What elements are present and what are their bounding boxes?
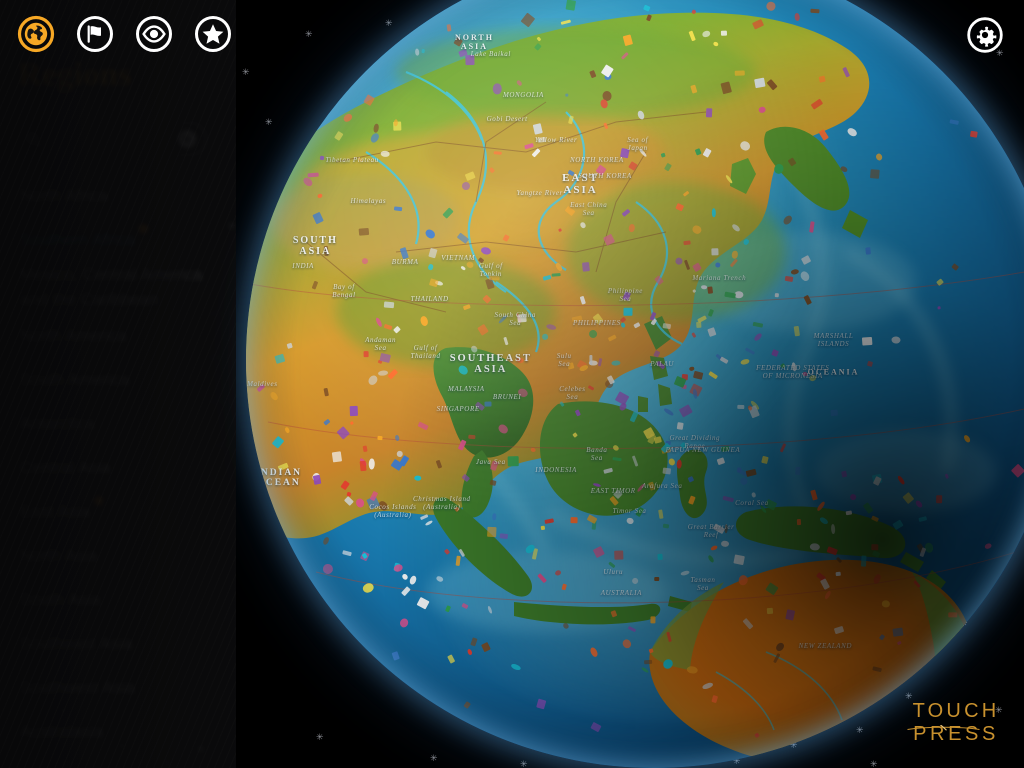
star-icon: ✳ <box>1007 375 1015 385</box>
star-icon: ✳ <box>385 18 393 28</box>
star-icon: ✳ <box>952 116 960 126</box>
star-icon: ✳ <box>790 740 798 750</box>
touchpress-logo: TOUCH PRESS <box>906 700 1006 754</box>
sidebar-texture <box>0 0 236 768</box>
star-icon: ✳ <box>520 759 528 768</box>
star-icon: ✳ <box>610 755 618 765</box>
star-icon: ✳ <box>870 759 878 768</box>
gear-icon <box>967 17 1003 53</box>
star-icon: ✳ <box>316 732 324 742</box>
flag-icon[interactable] <box>76 15 114 53</box>
eye-icon[interactable] <box>135 15 173 53</box>
settings-button[interactable] <box>966 16 1004 54</box>
app-root: ✳✳✳✳✳✳✳✳✳✳✳✳✳✳✳✳✳✳✳✳✳✳✳✳✳✳✳✳ <box>0 0 1024 768</box>
star-icon: ✳ <box>265 117 273 127</box>
sidebar <box>0 0 236 768</box>
star-icon: ✳ <box>890 54 898 64</box>
star-icon: ✳ <box>430 753 438 763</box>
star-icon: ✳ <box>1010 539 1018 549</box>
star-icon: ✳ <box>733 756 741 766</box>
toolbar <box>17 15 232 53</box>
star-icon: ✳ <box>960 618 968 628</box>
star-icon: ✳ <box>242 67 250 77</box>
star-icon: ✳ <box>856 725 864 735</box>
star-icon: ✳ <box>962 204 970 214</box>
logo-line-1: TOUCH <box>912 700 1000 722</box>
star-icon: ✳ <box>305 29 313 39</box>
logo-swoosh-icon <box>907 725 980 731</box>
star-icon[interactable] <box>194 15 232 53</box>
globe-icon[interactable] <box>17 15 55 53</box>
star-icon: ✳ <box>640 741 648 751</box>
